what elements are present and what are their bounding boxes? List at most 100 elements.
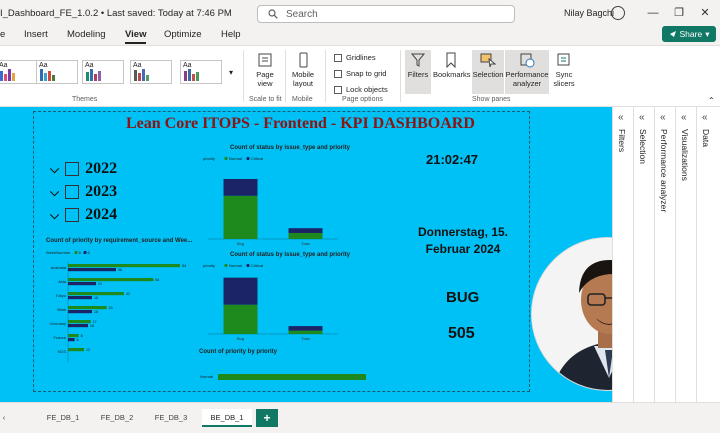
chevron-left-icon[interactable]: « [702, 112, 708, 123]
title-bar: I_Dashboard_FE_1.0.2 • Last saved: Today… [0, 0, 720, 28]
theme-tile[interactable]: Aa [130, 60, 172, 84]
year-checkbox[interactable] [65, 162, 80, 176]
gridlines-checkbox[interactable]: Gridlines [334, 53, 376, 62]
legend-marker [224, 156, 228, 161]
chevron-left-icon[interactable]: « [681, 112, 687, 123]
data-label: 18 [94, 310, 98, 314]
filters-pane[interactable]: « Filters [613, 107, 634, 402]
theme-tile[interactable]: Aa [180, 60, 222, 84]
legend-label: priority [203, 156, 215, 161]
search-box[interactable]: Search [257, 5, 515, 23]
performance-pane-button[interactable]: Performance analyzer [505, 50, 549, 94]
selection-pane-button[interactable]: Selection [472, 50, 504, 94]
themes-more-icon[interactable]: ▾ [229, 68, 233, 77]
lock-checkbox[interactable]: Lock objects [334, 85, 388, 94]
tab-scroll-left-icon[interactable]: ‹ [0, 409, 8, 427]
chart-title: Count of priority by priority [199, 349, 277, 355]
bar [68, 278, 154, 282]
menu-modeling[interactable]: Modeling [67, 28, 106, 44]
bar [223, 304, 258, 334]
data-label: 12 [86, 348, 90, 352]
menu-optimize[interactable]: Optimize [164, 28, 201, 44]
menu-bar: e Insert Modeling View Optimize Help [0, 28, 720, 44]
collapse-ribbon-icon[interactable]: ⌃ [708, 96, 715, 105]
bar [68, 282, 96, 286]
window-title: I_Dashboard_FE_1.0.2 • Last saved: Today… [0, 8, 232, 19]
bar [68, 334, 79, 338]
selection-icon [480, 53, 496, 68]
filters-pane-button[interactable]: Filters [405, 50, 431, 94]
legend-marker [246, 263, 250, 268]
sync-slicers-button[interactable]: Sync slicers [551, 50, 577, 88]
tab-fe-db-1[interactable]: FE_DB_1 [40, 409, 86, 427]
ribbon-separator [325, 50, 326, 102]
bar [223, 277, 258, 305]
tick-label: Australia [50, 265, 66, 270]
menu-help[interactable]: Help [221, 28, 241, 44]
close-icon[interactable]: ✕ [698, 6, 712, 20]
menu-insert[interactable]: Insert [24, 28, 48, 44]
data-label: 36 [118, 268, 122, 272]
restore-icon[interactable]: ❐ [672, 6, 686, 20]
chevron-left-icon[interactable]: « [660, 112, 666, 123]
visualizations-pane[interactable]: « Visualizations [676, 107, 697, 402]
menu-file[interactable]: e [0, 28, 5, 44]
sync-icon [557, 53, 570, 66]
page-view-icon [258, 53, 272, 67]
tab-fe-db-3[interactable]: FE_DB_3 [148, 409, 194, 427]
year-slicer-item[interactable]: ⌵ 2022 [50, 160, 117, 178]
priority-chart[interactable]: Normal [196, 357, 371, 387]
snap-checkbox[interactable]: Snap to grid [334, 69, 386, 78]
data-label: 5 [77, 338, 79, 342]
tick-label: Germany [50, 321, 66, 326]
tick-label: Bug [237, 241, 244, 246]
tab-fe-db-2[interactable]: FE_DB_2 [94, 409, 140, 427]
theme-tile[interactable]: Aa [36, 60, 78, 84]
bookmarks-pane-button[interactable]: Bookmarks [433, 50, 471, 79]
bar [68, 310, 92, 314]
year-slicer-item[interactable]: ⌵ 2024 [50, 206, 117, 224]
tick-label: Tokyo [56, 293, 67, 298]
page-view-button[interactable]: Page view [249, 52, 281, 88]
theme-tile[interactable]: Aa [82, 60, 124, 84]
menu-view[interactable]: View [125, 28, 147, 44]
status-chart[interactable]: priority Normal Critical Bug Task [200, 153, 375, 246]
tick-label: KDS [58, 349, 67, 354]
theme-tile[interactable]: Aa [0, 60, 38, 84]
year-checkbox[interactable] [65, 185, 80, 199]
selection-pane[interactable]: « Selection [634, 107, 655, 402]
date-card: Donnerstag, 15. Februar 2024 [403, 224, 523, 258]
pane-label: Filters [617, 129, 627, 153]
pane-label: Performance analyzer [659, 129, 669, 213]
chevron-left-icon[interactable]: « [618, 112, 624, 123]
scale-group-label: Scale to fit [249, 96, 282, 103]
performance-pane[interactable]: « Performance analyzer [655, 107, 676, 402]
add-page-button[interactable]: + [256, 409, 278, 427]
themes-group-label: Themes [72, 96, 98, 103]
time-card: 21:02:47 [426, 152, 479, 167]
status-chart-2[interactable]: priority Normal Critical Bug Task [200, 260, 375, 345]
legend-entry: Critical [251, 156, 263, 161]
data-pane[interactable]: « Data [697, 107, 718, 402]
tab-be-db-1[interactable]: BE_DB_1 [202, 409, 252, 427]
mobile-layout-button[interactable]: Mobile layout [290, 52, 316, 88]
page-tabs: ‹ FE_DB_1 FE_DB_2 FE_DB_3 BE_DB_1 + [0, 402, 720, 433]
legend-label: WeekNumber [46, 250, 71, 255]
data-label: 21 [98, 282, 102, 286]
year-slicer-item[interactable]: ⌵ 2023 [50, 183, 117, 201]
requirement-chart[interactable]: WeekNumber 5 6 Australia 84 36 Asia 64 21 Tokyo 42… [40, 246, 195, 370]
bar [68, 324, 88, 328]
bar [68, 306, 107, 310]
year-checkbox[interactable] [65, 208, 80, 222]
bar [68, 320, 91, 324]
bar [288, 228, 323, 233]
data-label: 18 [94, 296, 98, 300]
chevron-left-icon[interactable]: « [639, 112, 645, 123]
pane-label: Selection [638, 129, 648, 164]
legend-marker [74, 250, 78, 255]
minimize-icon[interactable]: — [646, 6, 660, 20]
legend-marker [246, 156, 250, 161]
bar [68, 338, 75, 342]
share-button[interactable]: Share ▾ [662, 26, 716, 42]
user-avatar-icon[interactable] [611, 6, 625, 20]
